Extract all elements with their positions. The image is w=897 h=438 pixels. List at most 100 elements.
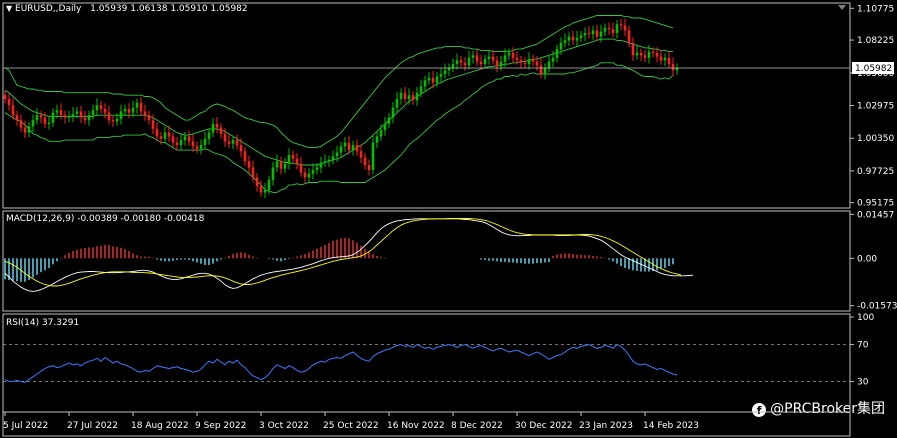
candle-body [219, 127, 223, 134]
candle-body [535, 61, 539, 66]
candle-body [263, 189, 267, 193]
price-pane[interactable] [3, 5, 850, 199]
candle-body [207, 132, 211, 139]
candle-body [191, 141, 195, 147]
rsi-pane[interactable] [3, 344, 850, 383]
date-tick-label: 27 Jul 2022 [67, 421, 118, 431]
candle-body [347, 142, 351, 151]
macd-pane[interactable] [4, 218, 694, 292]
price-tick-label: 0.97725 [857, 167, 894, 177]
candle-body [319, 162, 323, 168]
candle-body [3, 95, 7, 99]
candle-body [379, 130, 383, 137]
candle-body [175, 142, 179, 146]
chart-canvas[interactable]: 1.107751.082251.056001.029751.003500.977… [0, 0, 897, 438]
candle-body [143, 111, 147, 116]
rsi-tick-label: 30 [857, 377, 869, 387]
candle-body [423, 80, 427, 87]
candle-body [255, 177, 259, 187]
candle-body [383, 123, 387, 131]
candle-body [55, 110, 59, 113]
candle-body [647, 51, 651, 58]
candle-body [259, 186, 263, 193]
current-price-label: 1.05982 [855, 64, 892, 74]
candle-body [327, 160, 331, 162]
candle-body [303, 172, 307, 178]
candle-body [171, 136, 175, 143]
candle-body [471, 55, 475, 58]
macd-tick-label: 0.01457 [857, 210, 894, 220]
candle-body [179, 140, 183, 146]
candle-body [375, 136, 379, 143]
candle-body [503, 55, 507, 62]
candle-body [123, 108, 127, 112]
candle-body [299, 163, 303, 173]
candle-body [359, 151, 363, 158]
candle-body [339, 146, 343, 153]
candle-body [459, 60, 463, 63]
candle-body [119, 111, 123, 119]
rsi-tick-label: 70 [857, 341, 869, 351]
candle-body [615, 24, 619, 33]
candle-body [355, 145, 359, 152]
candle-body [111, 120, 115, 122]
candle-body [663, 57, 667, 61]
candle-body [403, 92, 407, 99]
candle-body [571, 36, 575, 41]
candle-body [311, 169, 315, 174]
candle-body [267, 179, 271, 190]
price-tick-label: 1.10775 [857, 4, 894, 14]
candle-body [527, 59, 531, 65]
candle-body [291, 155, 295, 159]
candle-body [531, 59, 535, 62]
candle-body [231, 140, 235, 144]
candle-body [271, 167, 275, 180]
candle-body [599, 31, 603, 37]
candle-body [499, 61, 503, 67]
candle-body [151, 120, 155, 129]
price-tick-label: 1.08225 [857, 36, 894, 46]
price-tick-label: 0.95175 [857, 199, 894, 209]
candle-body [27, 126, 31, 133]
candle-body [511, 52, 515, 58]
candle-body [79, 111, 83, 118]
candle-body [235, 140, 239, 146]
candle-body [83, 117, 87, 121]
candle-body [395, 98, 399, 108]
candle-body [159, 136, 163, 139]
candle-body [495, 60, 499, 67]
candle-body [343, 142, 347, 147]
candle-body [627, 30, 631, 43]
candle-body [523, 62, 527, 65]
candle-body [507, 52, 511, 56]
candle-body [539, 65, 543, 75]
candle-body [363, 157, 367, 166]
candle-body [307, 173, 311, 178]
candle-body [103, 108, 107, 113]
price-tick-label: 1.00350 [857, 134, 894, 144]
candle-body [139, 102, 143, 112]
candle-body [67, 116, 71, 118]
candle-body [591, 30, 595, 35]
candle-body [491, 56, 495, 61]
candle-body [155, 128, 159, 137]
candle-body [135, 102, 139, 108]
candle-body [127, 108, 131, 113]
candle-body [203, 138, 207, 146]
candle-body [387, 117, 391, 124]
candle-body [51, 112, 55, 123]
price-pane-frame [2, 2, 851, 209]
candle-body [87, 115, 91, 121]
candle-body [551, 57, 555, 62]
candle-body [655, 52, 659, 57]
candle-body [475, 55, 479, 62]
candle-body [563, 40, 567, 43]
date-tick-label: 9 Sep 2022 [195, 421, 246, 431]
candle-body [463, 62, 467, 66]
candle-body [619, 24, 623, 26]
candle-body [115, 118, 119, 122]
candle-body [287, 155, 291, 164]
candle-body [35, 115, 39, 121]
candle-body [331, 156, 335, 161]
candle-body [95, 105, 99, 111]
